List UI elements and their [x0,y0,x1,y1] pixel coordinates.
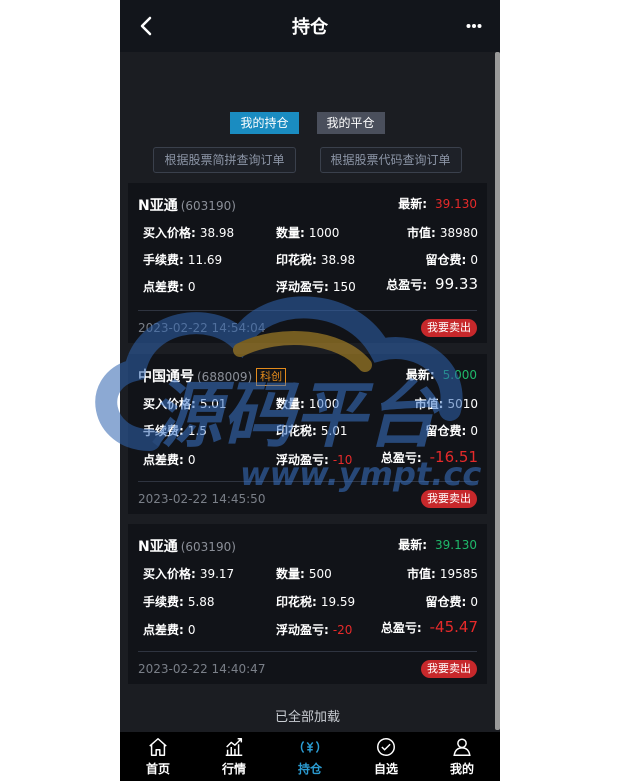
scrollbar[interactable] [495,52,500,730]
stock-name: 中国通号 (688009) 科创 [138,366,287,386]
more-dots-icon [466,24,482,28]
nav-label: 行情 [221,762,246,776]
divider [138,481,477,482]
total-pl-value: -45.47 [429,618,478,636]
nav-positions[interactable]: 持仓 [272,732,348,781]
nav-label: 我的 [449,762,474,776]
position-tabs: 我的持仓 我的平仓 [120,112,495,134]
yen-icon [300,741,320,753]
order-time: 2023-02-22 14:40:47 [138,662,266,676]
stock-code: (603190) [180,540,236,554]
star-market-badge: 科创 [256,368,287,386]
header-bar: 持仓 [120,0,500,52]
latest-price: 最新: 39.130 [398,538,477,552]
stock-code: (688009) [197,370,253,384]
nav-market[interactable]: 行情 [196,732,272,781]
loaded-all-text: 已全部加载 [274,710,340,725]
position-card: 中国通号 (688009) 科创 最新: 5.000 买入价格: 5.01 数量: 100… [128,354,487,514]
order-time: 2023-02-22 14:54:04 [138,321,266,335]
total-pl-value: 99.33 [435,275,478,293]
query-by-code-button[interactable]: 根据股票代码查询订单 [319,147,462,173]
position-card: N亚通 (603190) 最新: 39.130 买入价格: 38.98 数量: 1000… [128,183,487,343]
tab-my-closed[interactable]: 我的平仓 [316,112,385,134]
latest-price: 最新: 5.000 [405,368,477,382]
position-card: N亚通 (603190) 最新: 39.130 买入价格: 39.17 数量: 500 … [128,524,487,684]
filter-buttons: 根据股票简拼查询订单 根据股票代码查询订单 [120,147,495,173]
nav-label: 自选 [373,762,398,776]
page-title: 持仓 [292,17,328,38]
order-time: 2023-02-22 14:45:50 [138,492,266,506]
nav-label: 首页 [145,762,170,776]
chevron-left-icon [140,16,152,36]
sell-button[interactable]: 我要卖出 [421,319,477,337]
stock-name: N亚通 (603190) [138,198,236,214]
home-icon [149,738,167,756]
query-by-pinyin-button[interactable]: 根据股票简拼查询订单 [153,147,296,173]
user-icon [453,738,471,756]
sell-button[interactable]: 我要卖出 [421,490,477,508]
total-pl-value: -16.51 [429,448,478,466]
tab-my-positions[interactable]: 我的持仓 [230,112,299,134]
more-button[interactable] [462,14,486,38]
nav-watchlist[interactable]: 自选 [348,732,424,781]
nav-label: 持仓 [297,762,322,776]
chart-icon [225,738,243,756]
back-button[interactable] [130,10,162,42]
stock-code: (603190) [180,199,236,213]
nav-home[interactable]: 首页 [120,732,196,781]
latest-price: 最新: 39.130 [398,197,477,211]
sell-button[interactable]: 我要卖出 [421,660,477,678]
stock-name: N亚通 (603190) [138,539,236,555]
divider [138,310,477,311]
content-area: 我的持仓 我的平仓 根据股票简拼查询订单 根据股票代码查询订单 N亚通 (6031… [120,52,500,732]
nav-mine[interactable]: 我的 [424,732,500,781]
divider [138,651,477,652]
phone-screen: 持仓 我的持仓 我的平仓 根据股票简拼查询订单 根据股票代码查询订单 N亚通 (6… [120,0,500,781]
bottom-nav: 首页 行情 持仓 自选 我的 [120,732,500,781]
check-circle-icon [377,738,395,756]
